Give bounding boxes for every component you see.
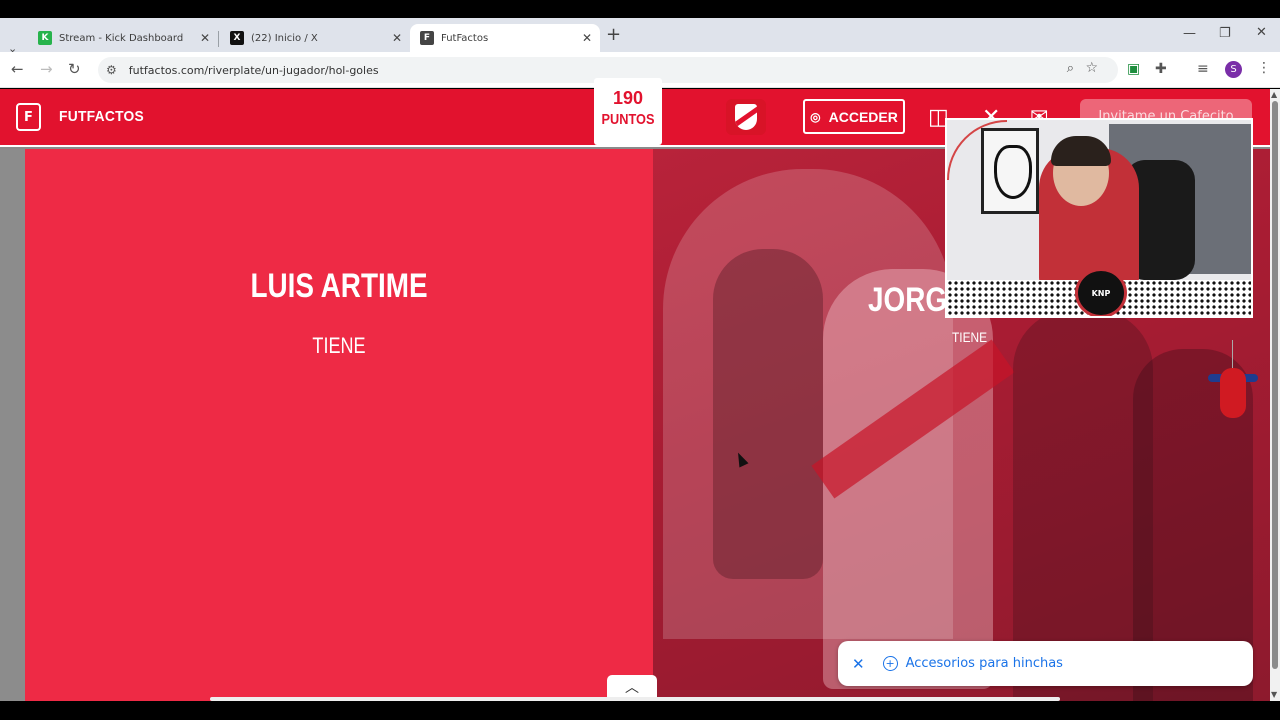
user-icon: ◎ — [810, 109, 821, 124]
river-plate-crest-icon[interactable] — [726, 99, 766, 135]
tab-title: FutFactos — [441, 32, 489, 44]
right-player-verb: TIENE — [952, 329, 988, 345]
screen: ⌄ K Stream - Kick Dashboard ✕ X (22) Ini… — [0, 0, 1280, 720]
tab-kick[interactable]: K Stream - Kick Dashboard ✕ — [28, 24, 218, 52]
streamer-logo-badge: KNP — [1075, 268, 1127, 316]
spiderman-hanging-icon — [1208, 340, 1258, 430]
restore-icon[interactable]: ❐ — [1219, 26, 1231, 41]
left-player-panel[interactable] — [25, 149, 653, 701]
close-tab-icon[interactable]: ✕ — [392, 31, 402, 45]
scroll-up-icon[interactable]: ▲ — [1271, 90, 1277, 99]
tab-title: (22) Inicio / X — [251, 32, 318, 44]
kick-favicon-icon: K — [38, 31, 52, 45]
page-scrollbar[interactable]: ▲ ▼ — [1270, 89, 1280, 701]
bottom-black-strip — [0, 701, 1280, 720]
scroll-down-icon[interactable]: ▼ — [1271, 690, 1277, 699]
extensions-puzzle-icon[interactable]: ✚ — [1155, 61, 1167, 77]
toast-label[interactable]: Accesorios para hinchas — [906, 656, 1063, 671]
chevron-up-icon: ︿ — [625, 680, 639, 696]
reload-icon[interactable]: ↻ — [68, 60, 81, 78]
tab-x[interactable]: X (22) Inicio / X ✕ — [220, 24, 410, 52]
top-black-strip — [0, 0, 1280, 18]
points-label: PUNTOS — [601, 111, 655, 128]
x-favicon-icon: X — [230, 31, 244, 45]
left-margin — [0, 149, 25, 701]
tab-title: Stream - Kick Dashboard — [59, 32, 184, 44]
url-text[interactable]: futfactos.com/riverplate/un-jugador/hol-… — [129, 64, 379, 77]
points-value: 190 — [612, 88, 644, 108]
left-player-verb: TIENE — [312, 333, 366, 358]
site-settings-icon[interactable]: ⚙ — [106, 63, 117, 77]
browser-tab-bar: ⌄ K Stream - Kick Dashboard ✕ X (22) Ini… — [0, 18, 1280, 55]
add-circle-icon: + — [882, 656, 898, 671]
webcam-overlay: KNP — [945, 118, 1253, 318]
site-brand[interactable]: FUTFACTOS — [59, 108, 144, 125]
scrollbar-thumb[interactable] — [1272, 101, 1278, 669]
tab-separator — [218, 31, 219, 47]
left-player-name: LUIS ARTIME — [250, 267, 428, 305]
photo-player-figure — [713, 249, 823, 579]
zoom-icon[interactable]: ⌕ — [1067, 61, 1074, 76]
shopping-toast[interactable]: ✕ + Accesorios para hinchas — [838, 641, 1253, 686]
futfactos-favicon-icon: F — [420, 31, 434, 45]
close-tab-icon[interactable]: ✕ — [200, 31, 210, 45]
web-thread — [1232, 340, 1233, 370]
futfactos-logo-icon[interactable]: F — [16, 103, 41, 131]
new-tab-button[interactable]: + — [606, 24, 621, 45]
tab-futfactos[interactable]: F FutFactos ✕ — [410, 24, 600, 52]
media-control-icon[interactable]: ≡ — [1197, 61, 1209, 77]
extension-green-icon[interactable]: ▣ — [1127, 61, 1140, 77]
points-badge: 190 PUNTOS — [594, 78, 662, 145]
spidey-body — [1220, 368, 1246, 418]
close-window-icon[interactable]: ✕ — [1256, 25, 1267, 40]
profile-avatar[interactable]: S — [1225, 61, 1242, 78]
close-tab-icon[interactable]: ✕ — [582, 31, 592, 45]
spiderman-poster-icon — [981, 128, 1039, 214]
bookmark-star-icon[interactable]: ☆ — [1085, 60, 1098, 76]
streamer-hair — [1051, 136, 1111, 166]
scroll-to-top-button[interactable]: ︿ — [607, 675, 657, 699]
crest-shield-icon — [735, 104, 757, 130]
browser-menu-icon[interactable]: ⋮ — [1257, 60, 1271, 76]
login-button[interactable]: ◎ ACCEDER — [803, 99, 905, 134]
back-arrow-icon[interactable]: ← — [11, 60, 24, 78]
close-toast-icon[interactable]: ✕ — [852, 655, 865, 673]
forward-arrow-icon[interactable]: → — [40, 60, 53, 78]
minimize-icon[interactable]: — — [1183, 26, 1196, 41]
login-label: ACCEDER — [828, 108, 898, 125]
